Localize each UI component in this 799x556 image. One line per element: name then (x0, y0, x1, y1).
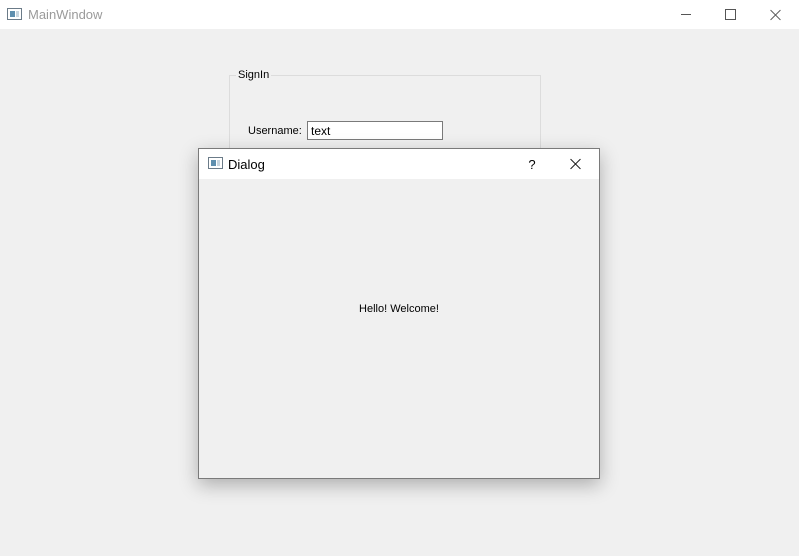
minimize-icon (681, 14, 691, 15)
minimize-button[interactable] (663, 0, 709, 29)
username-input[interactable] (307, 121, 443, 140)
help-icon: ? (528, 156, 536, 172)
welcome-message: Hello! Welcome! (359, 303, 439, 315)
main-titlebar: MainWindow (0, 0, 799, 29)
dialog-window-icon (208, 157, 223, 169)
welcome-dialog: Dialog ? Hello! Welcome! (198, 148, 600, 479)
app-window-icon (7, 8, 22, 20)
dialog-help-button[interactable]: ? (509, 149, 555, 179)
dialog-title: Dialog (228, 157, 265, 172)
username-label: Username: (248, 125, 302, 137)
dialog-close-button[interactable] (553, 149, 599, 179)
main-window-title: MainWindow (28, 7, 103, 22)
close-icon (570, 158, 582, 170)
main-window: MainWindow SignIn Username: Dialog ? Hel… (0, 0, 799, 556)
maximize-button[interactable] (707, 0, 753, 29)
close-icon (770, 9, 782, 21)
maximize-icon (724, 9, 736, 20)
signin-group-title: SignIn (236, 69, 272, 81)
close-button[interactable] (753, 0, 799, 29)
dialog-titlebar: Dialog ? (199, 149, 599, 179)
